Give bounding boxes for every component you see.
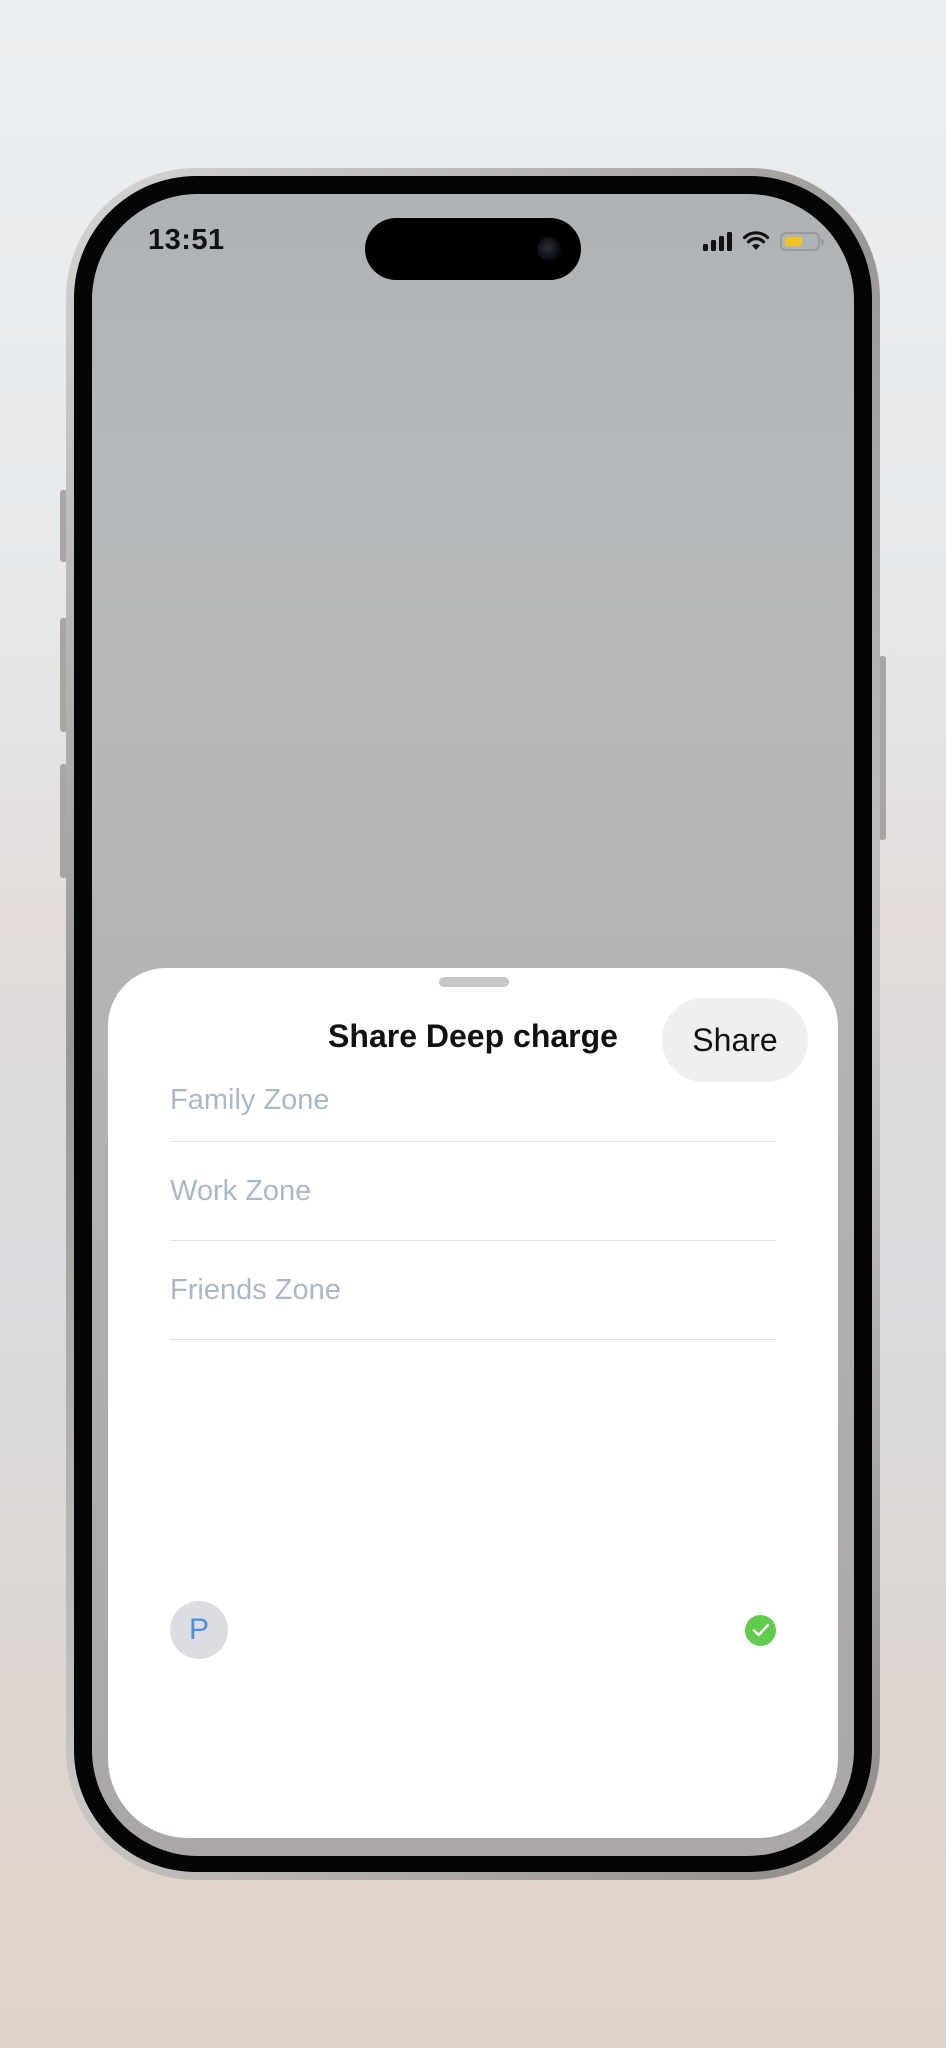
camera-icon — [537, 237, 561, 261]
avatar: P — [170, 1601, 228, 1659]
list-item-work-zone[interactable]: Work Zone — [170, 1142, 776, 1241]
zone-list: Family Zone Work Zone Friends Zone — [170, 1068, 776, 1340]
status-time: 13:51 — [148, 224, 225, 256]
list-item-family-zone[interactable]: Family Zone — [170, 1068, 776, 1142]
dynamic-island — [365, 218, 581, 280]
battery-icon — [780, 231, 824, 251]
cellular-signal-icon — [703, 231, 732, 251]
share-sheet: Share Deep charge Share Family Zone Work… — [108, 968, 838, 1838]
list-item-friends-zone[interactable]: Friends Zone — [170, 1241, 776, 1340]
phone-screen: 13:51 Share Deep charge Share Family Zon… — [92, 194, 854, 1856]
sheet-grabber[interactable] — [439, 977, 509, 987]
contact-row[interactable]: P — [170, 1600, 776, 1660]
checkmark-icon[interactable] — [745, 1614, 776, 1646]
wifi-icon — [742, 231, 770, 250]
power-button[interactable] — [879, 656, 886, 840]
status-icons — [703, 228, 824, 254]
